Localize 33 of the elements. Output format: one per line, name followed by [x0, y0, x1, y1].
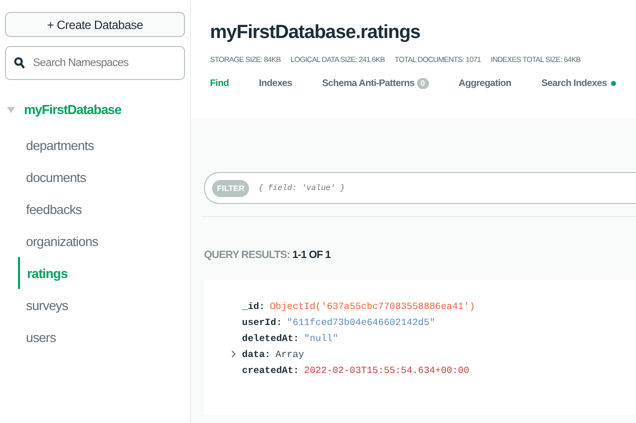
tab[interactable]: Schema Anti-Patterns 0 [322, 78, 429, 89]
field-value: ObjectId('637a55cbc77083558886ea41') [270, 300, 476, 312]
create-database-button[interactable]: + Create Database [5, 12, 185, 37]
collection-item[interactable]: departments [5, 129, 185, 161]
count-badge: 0 [416, 78, 429, 89]
query-results-count: 1-1 OF 1 [292, 249, 331, 261]
collection-item[interactable]: surveys [5, 289, 185, 321]
collection-item[interactable]: organizations [5, 225, 185, 257]
filter-input[interactable]: { field: 'value' } [258, 175, 636, 201]
expand-chevron-icon[interactable] [231, 350, 236, 358]
field-value: "null" [304, 332, 338, 344]
field-value: Array [276, 348, 304, 360]
query-results-label: QUERY RESULTS: [204, 249, 290, 261]
collection-item[interactable]: feedbacks [5, 193, 185, 225]
collection-title: myFirstDatabase.ratings [210, 22, 422, 44]
search-box[interactable]: Search Namespaces [5, 46, 185, 80]
tab[interactable]: Search Indexes [541, 78, 616, 89]
collection-item[interactable]: ratings [18, 257, 185, 289]
tab[interactable]: Aggregation [458, 78, 512, 89]
tab[interactable]: Indexes [258, 78, 292, 89]
database-name[interactable]: myFirstDatabase [24, 102, 122, 117]
field-key: deletedAt: [242, 332, 300, 344]
field-key: data: [242, 348, 271, 360]
field-key: _id: [242, 300, 265, 312]
field-value: 2022-02-03T15:55:54.634+00:00 [304, 364, 470, 376]
field-key: userId: [242, 316, 282, 328]
field-value: "611fced73b04e646602142d5" [286, 316, 436, 328]
tab[interactable]: Find [210, 78, 229, 89]
collection-item[interactable]: documents [5, 161, 185, 193]
filter-label: FILTER [212, 180, 250, 196]
field-key: createdAt: [242, 364, 300, 376]
collection-item[interactable]: users [5, 321, 185, 353]
search-icon [14, 57, 25, 69]
